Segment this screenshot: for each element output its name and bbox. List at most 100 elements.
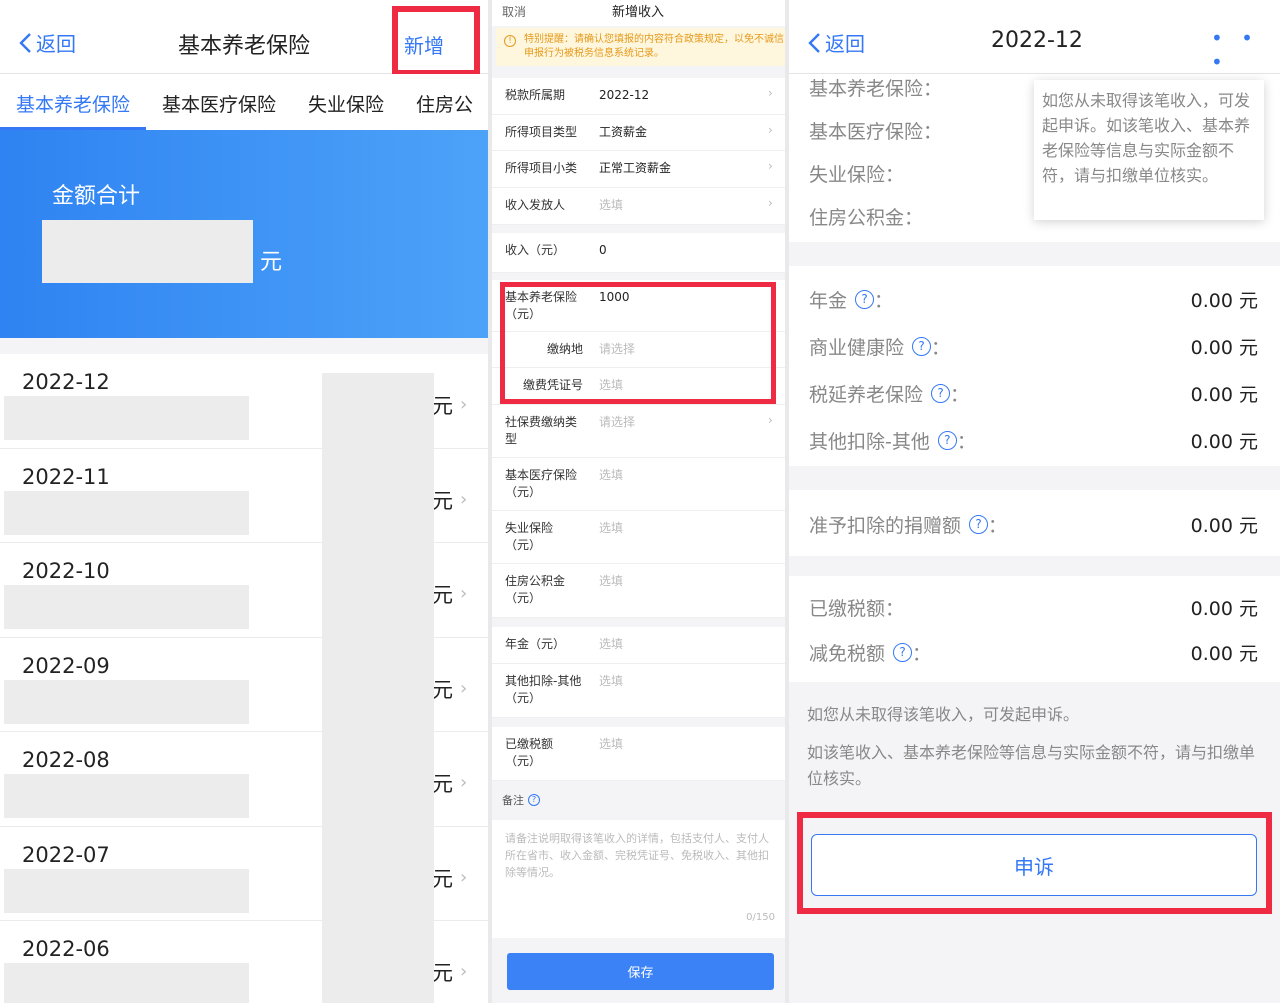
amount-unit: 元 [432,488,453,513]
tab-housing[interactable]: 住房公 [400,74,489,130]
field-input[interactable]: 选填 [599,573,623,590]
amount-unit: 元 [432,394,453,418]
unemployment-row[interactable]: 失业保险（元） 选填 [492,511,789,564]
redacted-column [322,373,434,1003]
field-input[interactable]: 选填 [599,197,623,214]
detail-label: 失业保险： [809,164,905,186]
field-select[interactable]: 请选择 [599,414,635,431]
amount-unit: 元 [432,772,453,796]
month-date: 2022-08 [22,748,110,772]
colon: ： [956,431,976,453]
social-security-type-row[interactable]: 社保费缴纳类型 请选择 › [492,405,789,458]
redacted-text [4,679,249,724]
field-input[interactable]: 选填 [599,467,623,484]
housing-fund-row[interactable]: 住房公积金（元） 选填 [492,564,789,618]
field-label: 收入发放人 [505,198,566,212]
deferred-value: 0.00 元 [1190,384,1258,406]
help-icon[interactable]: ? [969,515,989,534]
redacted-text [4,963,249,1003]
notice-text: 特别提醒：请确认您填报的内容符合政策规定，以免不诚信申报行为被税务信息系统记录。 [524,34,784,59]
row-label: 年金 [809,290,848,312]
nav-bar: 返回 2022-12 • • • [789,0,1280,74]
chevron-right-icon: › [460,488,468,510]
tax-paid-row[interactable]: 已缴税额（元） 选填 [492,727,789,781]
field-input[interactable]: 选填 [599,520,623,537]
income-detail-screen: 基本养老保险： 基本医疗保险： 失业保险： 住房公积金： 返回 2022-12 … [789,0,1280,1003]
field-value: 2022-12 [599,88,650,102]
divider [0,338,492,354]
medical-row[interactable]: 基本医疗保险（元） 选填 [492,458,789,511]
month-date: 2022-12 [22,370,110,394]
colon: ： [950,384,970,406]
annuity-label: 年金?： [809,286,893,313]
other-label: 其他扣除-其他?： [809,427,976,454]
detail-label: 基本养老保险： [809,78,943,100]
chevron-right-icon: › [768,196,773,210]
chevron-left-icon [808,32,820,53]
detail-label: 基本医疗保险： [809,121,943,143]
field-label: 其他扣除-其他（元） [505,674,582,705]
annuity-row[interactable]: 年金（元） 选填 [492,627,789,664]
period-row[interactable]: 税款所属期 2022-12 › [492,78,789,115]
month-date: 2022-07 [22,842,110,867]
info-text: 如您从未取得该笔收入，可发起申诉。 [807,705,1080,724]
donation-card: 准予扣除的捐赠额?： 0.00 元 [789,490,1280,556]
help-icon[interactable]: ? [855,290,875,309]
field-input[interactable]: 选填 [599,636,623,653]
remark-textarea[interactable]: 请备注说明取得该笔收入的详情，包括支付人、支付人所在省市、收入金额、完税凭证号、… [492,820,789,938]
field-input[interactable]: 选填 [599,736,623,753]
chevron-right-icon: › [460,583,468,604]
field-input[interactable]: 0 [599,242,607,259]
tab-unemployment[interactable]: 失业保险 [292,74,400,130]
other-deduction-row[interactable]: 其他扣除-其他（元） 选填 [492,664,789,718]
income-type-row[interactable]: 所得项目类型 工资薪金 › [492,115,789,151]
redacted-text [4,868,249,913]
month-date: 2022-10 [22,559,110,583]
help-icon[interactable]: ? [893,643,913,662]
amount-unit: 元 [432,677,453,702]
field-label: 社保费缴纳类型 [505,415,578,446]
back-button[interactable]: 返回 [18,28,76,57]
redacted-amount [42,220,253,283]
chevron-right-icon: › [768,123,773,137]
info-icon: ! [504,35,516,47]
amount-unit: 元 [432,866,453,891]
reduced-value: 0.00 元 [1190,643,1258,665]
tab-medical[interactable]: 基本医疗保险 [146,74,292,130]
help-icon[interactable]: ? [528,794,540,806]
redacted-text [4,774,249,818]
taxpaid-value: 0.00 元 [1190,598,1258,620]
redacted-text [4,490,249,535]
chevron-right-icon: › [460,866,468,888]
annuity-value: 0.00 元 [1190,290,1258,312]
payer-row[interactable]: 收入发放人 选填 › [492,188,789,225]
help-icon[interactable]: ? [937,431,957,450]
back-label: 返回 [825,32,865,56]
field-value: 工资薪金 [599,125,648,139]
back-button[interactable]: 返回 [807,28,865,57]
tab-pension[interactable]: 基本养老保险 [0,74,147,130]
highlight-box [392,6,480,76]
donation-label: 准予扣除的捐赠额?： [809,511,1007,538]
deferred-label: 税延养老保险?： [809,380,969,407]
page-title: 基本养老保险 [178,34,311,59]
save-button[interactable]: 保存 [507,953,774,990]
total-label: 金额合计 [52,184,141,209]
remark-label: 备注 [502,794,524,807]
help-icon[interactable]: ? [912,337,932,356]
redacted-text [4,396,249,440]
reduced-label: 减免税额?： [809,639,931,666]
income-row[interactable]: 收入（元） 0 [492,233,789,273]
help-icon[interactable]: ? [931,384,951,403]
colon: ： [912,643,932,665]
field-input[interactable]: 选填 [599,673,623,690]
cancel-button[interactable]: 取消 [502,3,526,20]
chevron-right-icon: › [460,772,468,793]
field-label: 住房公积金（元） [505,574,566,605]
deduction-card: 年金?： 0.00 元 商业健康险?： 0.00 元 税延养老保险?： 0.00… [789,266,1280,466]
field-label: 税款所属期 [505,88,566,102]
tooltip-popup: 如您从未取得该笔收入，可发起申诉。如该笔收入、基本养老保险等信息与实际金额不符，… [1034,80,1264,220]
income-subtype-row[interactable]: 所得项目小类 正常工资薪金 › [492,151,789,188]
more-icon[interactable]: • • • [1211,26,1280,74]
highlight-box [500,282,776,404]
